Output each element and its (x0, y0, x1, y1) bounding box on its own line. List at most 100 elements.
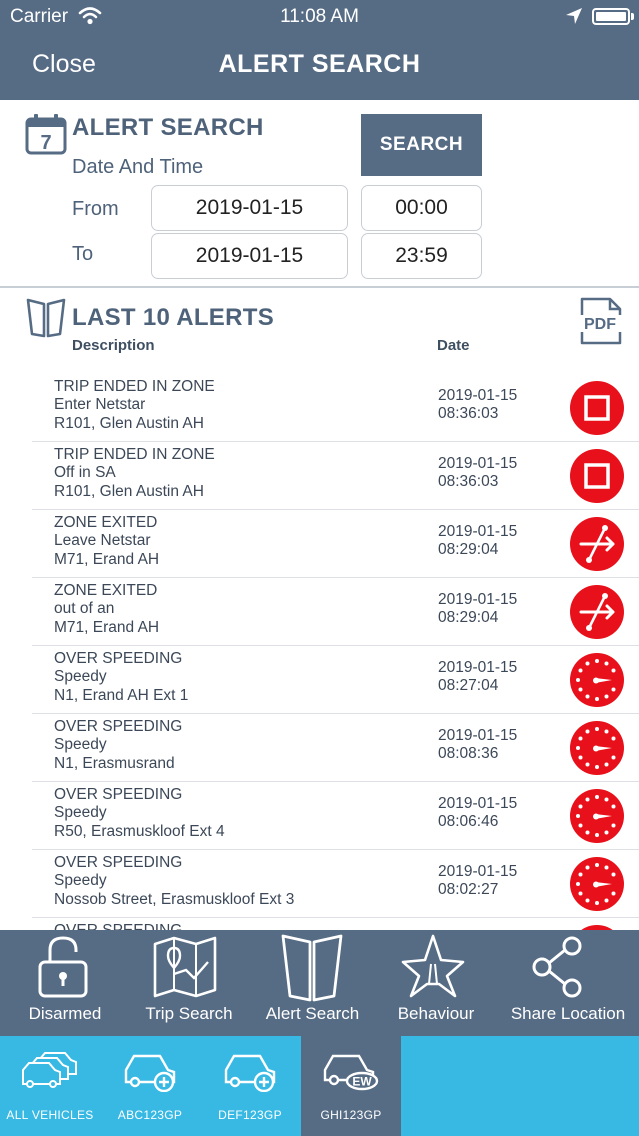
alert-book-icon (281, 934, 343, 1002)
alert-name: Off in SA (54, 464, 116, 482)
date-time-label: Date And Time (72, 156, 204, 178)
tab-behaviour[interactable]: Behaviour (375, 930, 497, 1036)
alert-row[interactable]: OVER SPEEDING Speedy N1, Erand AH Ext 1 201… (32, 646, 639, 714)
alert-location: N1, Erand AH Ext 1 (54, 686, 189, 704)
tab-label: Share Location (510, 1004, 626, 1023)
alert-row[interactable]: OVER SPEEDING Speedy Nossob Street, Erasmu… (32, 850, 639, 918)
vehicle-tab-def123gp[interactable]: DEF123GP (200, 1036, 300, 1136)
alert-row[interactable]: ZONE EXITED Leave Netstar M71, Erand AH 201… (32, 510, 639, 578)
alerts-list[interactable]: TRIP ENDED IN ZONE Enter Netstar R101, Gle… (32, 374, 639, 930)
alert-description: OVER SPEEDING Speedy R50, Erasmuskloof Ext… (54, 786, 225, 841)
alert-time: 08:27:04 (438, 677, 499, 694)
alert-description: TRIP ENDED IN ZONE Off in SA R101, Glen Au… (54, 446, 215, 501)
alert-date: 2019-01-15 (438, 863, 518, 880)
alert-datetime: 2019-01-15 08:29:04 (438, 523, 517, 559)
vehicle-label: GHI123GP (320, 1108, 382, 1122)
alert-row[interactable]: TRIP ENDED IN ZONE Enter Netstar R101, Gle… (32, 374, 639, 442)
to-time-field[interactable]: 23:59 (361, 233, 482, 279)
alert-location: R101, Glen Austin AH (54, 414, 204, 432)
alert-date: 2019-01-15 (438, 659, 518, 676)
car-add-icon (124, 1054, 176, 1092)
vehicle-selector-bar: ALL VEHICLES ABC123GP DEF123GP EW GHI123… (0, 1036, 639, 1136)
from-label: From (72, 198, 119, 220)
svg-text:PDF: PDF (584, 316, 616, 333)
from-date-field[interactable]: 2019-01-15 (151, 185, 348, 231)
alert-location: M71, Erand AH (54, 550, 160, 568)
alert-row[interactable]: OVER SPEEDING Speedy R50, Erasmuskloof Ext… (32, 782, 639, 850)
alert-row[interactable]: OVER SPEEDING (32, 918, 639, 930)
alert-datetime: 2019-01-15 08:36:03 (438, 387, 517, 423)
alert-description: ZONE EXITED Leave Netstar M71, Erand AH (54, 514, 159, 569)
tab-bar: Disarmed Trip Search Alert Search Behavi… (0, 930, 639, 1036)
alert-date: 2019-01-15 (438, 795, 518, 812)
alert-type: OVER SPEEDING (54, 854, 183, 871)
status-bar: Carrier 11:08 AM (0, 0, 639, 34)
vehicle-tab-ghi123gp[interactable]: EW GHI123GP (301, 1036, 401, 1136)
zone-exit-icon (570, 585, 624, 639)
tab-disarmed[interactable]: Disarmed (0, 930, 130, 1036)
alert-row[interactable]: TRIP ENDED IN ZONE Off in SA R101, Glen Au… (32, 442, 639, 510)
alert-time: 08:36:03 (438, 473, 499, 490)
tab-label: Behaviour (397, 1004, 475, 1023)
alert-type: OVER SPEEDING (54, 650, 183, 667)
alert-location: M71, Erand AH (54, 618, 160, 636)
alert-location: R101, Glen Austin AH (54, 482, 204, 500)
alert-date: 2019-01-15 (438, 727, 518, 744)
stop-icon (570, 381, 624, 435)
alert-time: 08:08:36 (438, 745, 499, 762)
vehicle-label: ABC123GP (117, 1108, 183, 1122)
tab-trip-search[interactable]: Trip Search (125, 930, 253, 1036)
alert-type: OVER SPEEDING (54, 718, 183, 735)
alert-date: 2019-01-15 (438, 523, 518, 540)
road-icon (401, 934, 465, 998)
speedometer-icon (570, 789, 624, 843)
to-label: To (72, 243, 94, 265)
alert-name: Leave Netstar (54, 532, 151, 550)
speedometer-icon (570, 857, 624, 911)
alert-name: Enter Netstar (54, 396, 146, 414)
alert-location: Nossob Street, Erasmuskloof Ext 3 (54, 890, 295, 908)
tab-label: Disarmed (28, 1004, 102, 1023)
alert-datetime: 2019-01-15 08:02:27 (438, 863, 517, 899)
unlock-icon (38, 936, 88, 998)
alert-name: Speedy (54, 736, 107, 754)
alert-time: 08:29:04 (438, 541, 499, 558)
alert-location: R50, Erasmuskloof Ext 4 (54, 822, 225, 840)
speedometer-icon (570, 653, 624, 707)
tab-alert-search[interactable]: Alert Search (250, 930, 375, 1036)
location-arrow-icon (566, 8, 582, 24)
to-date-field[interactable]: 2019-01-15 (151, 233, 348, 279)
zone-exit-icon (570, 517, 624, 571)
alert-datetime: 2019-01-15 08:29:04 (438, 591, 517, 627)
clock: 11:08 AM (280, 6, 359, 27)
battery-tip (631, 13, 634, 20)
top-bar: Carrier 11:08 AM Close ALERT SEARCH (0, 0, 639, 100)
map-icon (153, 936, 217, 998)
alert-datetime: 2019-01-15 08:06:46 (438, 795, 517, 831)
alert-name: out of an (54, 600, 115, 618)
vehicle-tab-abc123gp[interactable]: ABC123GP (100, 1036, 200, 1136)
tab-share-location[interactable]: Share Location (497, 930, 639, 1036)
alert-time: 08:36:03 (438, 405, 499, 422)
search-button[interactable]: SEARCH (361, 114, 482, 176)
tab-label: Alert Search (265, 1004, 360, 1023)
alert-type: TRIP ENDED IN ZONE (54, 446, 215, 463)
alert-date: 2019-01-15 (438, 455, 518, 472)
vehicle-tab-all[interactable]: ALL VEHICLES (0, 1036, 100, 1136)
page-title: ALERT SEARCH (218, 50, 421, 78)
stop-icon (570, 449, 624, 503)
ew-badge: EW (352, 1075, 372, 1089)
alert-row[interactable]: OVER SPEEDING Speedy N1, Erasmusrand 2019-0… (32, 714, 639, 782)
alert-row[interactable]: ZONE EXITED out of an M71, Erand AH 2019-01… (32, 578, 639, 646)
alert-time: 08:29:04 (438, 609, 499, 626)
alert-type: ZONE EXITED (54, 582, 158, 599)
alert-datetime: 2019-01-15 08:36:03 (438, 455, 517, 491)
from-time-field[interactable]: 00:00 (361, 185, 482, 231)
alert-date: 2019-01-15 (438, 387, 518, 404)
share-icon (532, 936, 582, 998)
alert-name: Speedy (54, 668, 107, 686)
alert-datetime: 2019-01-15 08:08:36 (438, 727, 517, 763)
alert-name: Speedy (54, 804, 107, 822)
alert-time: 08:02:27 (438, 881, 499, 898)
pdf-export-icon[interactable]: PDF (576, 297, 624, 345)
